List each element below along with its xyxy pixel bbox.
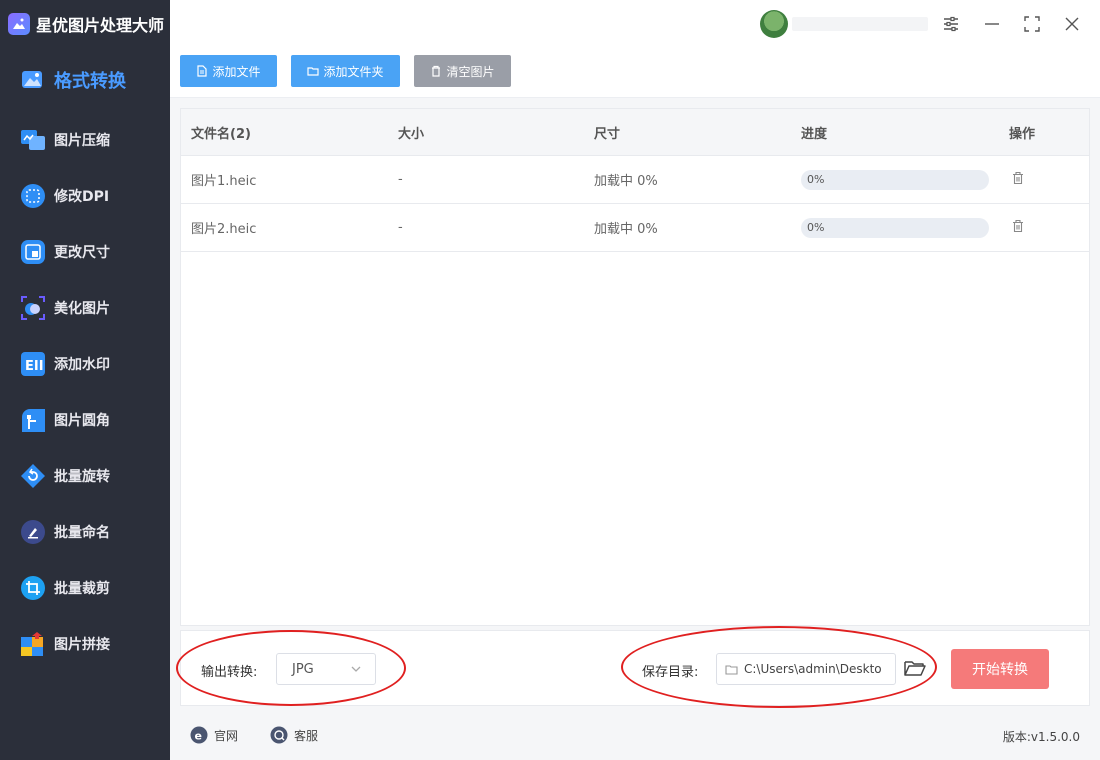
customer-service-link[interactable]: 客服 <box>270 726 318 744</box>
progress-bar: 0% <box>801 217 989 238</box>
cell-filename: 图片2.heic <box>191 222 257 237</box>
output-format-value: JPG <box>292 661 314 677</box>
add-file-label: 添加文件 <box>212 64 261 79</box>
avatar[interactable] <box>760 10 788 38</box>
progress-bar: 0% <box>801 169 989 190</box>
cell-filename: 图片1.heic <box>191 174 257 189</box>
sidebar-item-round-corner[interactable]: 图片圆角 <box>0 392 170 448</box>
sidebar-item-label: 批量裁剪 <box>54 581 110 597</box>
sidebar-item-resize[interactable]: 更改尺寸 <box>0 224 170 280</box>
header-actions: 操作 <box>1009 126 1036 142</box>
folder-icon <box>307 67 320 76</box>
progress-text: 0% <box>807 221 825 234</box>
image-icon <box>20 67 46 93</box>
sidebar-item-rename[interactable]: 批量命名 <box>0 504 170 560</box>
open-folder-icon[interactable] <box>903 656 927 680</box>
sidebar-item-label: 图片压缩 <box>54 133 110 149</box>
puzzle-icon <box>20 631 46 657</box>
table-header: 文件名(2) 大小 尺寸 进度 操作 <box>181 109 1089 156</box>
browser-icon: e <box>190 726 208 744</box>
footer: e 官网 客服 版本:v1.5.0.0 <box>170 710 1100 760</box>
close-icon[interactable] <box>1060 12 1084 36</box>
sidebar-item-puzzle[interactable]: 图片拼接 <box>0 616 170 672</box>
settings-icon[interactable] <box>939 12 963 36</box>
save-dir-label: 保存目录: <box>642 665 699 680</box>
website-link[interactable]: e 官网 <box>190 726 238 744</box>
minimize-icon[interactable] <box>980 12 1004 36</box>
sidebar-item-label: 批量旋转 <box>54 469 110 485</box>
app-brand: 星优图片处理大师 <box>0 0 170 48</box>
output-format-label: 输出转换: <box>201 665 258 680</box>
add-folder-label: 添加文件夹 <box>323 64 384 79</box>
sidebar-item-label: 美化图片 <box>54 301 110 317</box>
chat-icon <box>270 726 288 744</box>
title-bar <box>170 0 1100 48</box>
round-corner-icon <box>20 407 46 433</box>
sidebar: 星优图片处理大师 格式转换 图片压缩 修改DPI 更改尺寸 美化图片 EII 添… <box>0 0 170 760</box>
save-dir-input[interactable]: C:\Users\admin\Deskto <box>716 653 896 685</box>
add-folder-button[interactable]: 添加文件夹 <box>291 55 400 87</box>
clear-images-label: 清空图片 <box>446 64 495 79</box>
save-dir-value: C:\Users\admin\Deskto <box>744 662 882 676</box>
website-label: 官网 <box>214 728 239 743</box>
dpi-icon <box>20 183 46 209</box>
rename-icon <box>20 519 46 545</box>
crop-icon <box>20 575 46 601</box>
start-convert-button[interactable]: 开始转换 <box>951 649 1049 689</box>
progress-text: 0% <box>807 173 825 186</box>
watermark-icon: EII <box>20 351 46 377</box>
sidebar-item-label: 格式转换 <box>54 71 126 92</box>
cell-dimension: 加载中 0% <box>594 222 658 237</box>
header-filename: 文件名(2) <box>191 126 251 142</box>
sidebar-item-compress[interactable]: 图片压缩 <box>0 112 170 168</box>
header-dimension: 尺寸 <box>594 126 621 142</box>
sidebar-item-rotate[interactable]: 批量旋转 <box>0 448 170 504</box>
resize-icon <box>20 239 46 265</box>
output-format-select[interactable]: JPG <box>276 653 376 685</box>
file-table: 文件名(2) 大小 尺寸 进度 操作 图片1.heic - 加载中 0% 0% … <box>180 108 1090 626</box>
delete-icon[interactable] <box>1011 219 1025 233</box>
version-text: 版本:v1.5.0.0 <box>1002 730 1080 744</box>
add-file-button[interactable]: 添加文件 <box>180 55 277 87</box>
sidebar-item-label: 批量命名 <box>54 525 110 541</box>
customer-service-label: 客服 <box>294 728 319 743</box>
sidebar-item-format-convert[interactable]: 格式转换 <box>0 48 170 112</box>
cell-size: - <box>398 172 403 187</box>
table-row: 图片1.heic - 加载中 0% 0% <box>181 156 1089 204</box>
sidebar-item-dpi[interactable]: 修改DPI <box>0 168 170 224</box>
fullscreen-icon[interactable] <box>1020 12 1044 36</box>
svg-text:EII: EII <box>25 359 44 374</box>
chevron-down-icon <box>351 666 361 672</box>
folder-icon <box>725 664 738 675</box>
sidebar-item-label: 修改DPI <box>54 189 110 205</box>
app-title: 星优图片处理大师 <box>36 16 165 35</box>
sidebar-nav: 格式转换 图片压缩 修改DPI 更改尺寸 美化图片 EII 添加水印 图片圆角 … <box>0 48 170 672</box>
table-row: 图片2.heic - 加载中 0% 0% <box>181 204 1089 252</box>
sidebar-item-label: 图片圆角 <box>54 413 110 429</box>
header-progress: 进度 <box>801 126 828 142</box>
delete-icon[interactable] <box>1011 171 1025 185</box>
sidebar-item-label: 添加水印 <box>54 357 110 373</box>
compress-icon <box>20 127 46 153</box>
svg-text:e: e <box>195 730 202 743</box>
sidebar-item-crop[interactable]: 批量裁剪 <box>0 560 170 616</box>
cell-dimension: 加载中 0% <box>594 174 658 189</box>
trash-icon <box>432 65 441 77</box>
username-redacted <box>792 17 928 31</box>
clear-images-button[interactable]: 清空图片 <box>414 55 511 87</box>
sidebar-item-label: 图片拼接 <box>54 637 110 653</box>
sidebar-item-beautify[interactable]: 美化图片 <box>0 280 170 336</box>
options-panel: 输出转换: JPG 保存目录: C:\Users\admin\Deskto 开始… <box>180 630 1090 706</box>
app-logo-icon <box>8 13 30 35</box>
rotate-icon <box>20 463 46 489</box>
header-size: 大小 <box>398 126 425 142</box>
file-icon <box>197 65 208 77</box>
cell-size: - <box>398 220 403 235</box>
beautify-icon <box>20 295 46 321</box>
sidebar-item-label: 更改尺寸 <box>54 245 110 261</box>
sidebar-item-watermark[interactable]: EII 添加水印 <box>0 336 170 392</box>
toolbar: 添加文件 添加文件夹 清空图片 <box>170 48 1100 98</box>
